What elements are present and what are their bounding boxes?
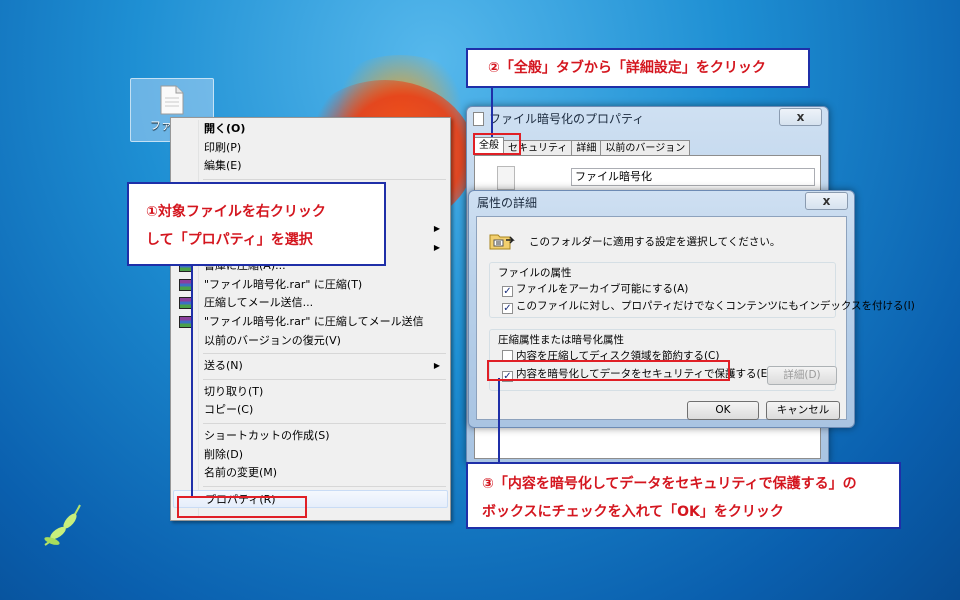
- menu-item-compress-rar-email[interactable]: "ファイル暗号化.rar" に圧縮してメール送信: [173, 313, 448, 332]
- advanced-title: 属性の詳細: [477, 196, 538, 210]
- advanced-attributes-dialog: 属性の詳細 x このフォルダーに適用する設定を選択してください。 ファイルの属性…: [468, 190, 915, 428]
- document-icon: [497, 166, 515, 190]
- menu-item-delete[interactable]: 削除(D): [173, 446, 448, 465]
- advanced-close-button[interactable]: x: [805, 192, 848, 210]
- cancel-button[interactable]: キャンセル: [766, 401, 840, 420]
- file-attributes-group: ファイルの属性 ✓ ファイルをアーカイブ可能にする(A) ✓ このファイルに対し、プ…: [489, 262, 915, 318]
- menu-item-open[interactable]: 開く(O): [173, 120, 448, 139]
- callout-connector-line-2: [491, 88, 493, 137]
- menu-item-copy[interactable]: コピー(C): [173, 401, 448, 420]
- properties-close-button[interactable]: x: [779, 108, 822, 126]
- menu-item-rename[interactable]: 名前の変更(M): [173, 464, 448, 483]
- wallpaper-leaf-icon: [44, 504, 81, 546]
- highlight-encrypt-checkbox: [487, 360, 730, 381]
- menu-item-cut[interactable]: 切り取り(T): [173, 383, 448, 402]
- tab-details[interactable]: 詳細: [571, 140, 602, 156]
- document-icon: [473, 112, 484, 126]
- advanced-title-bar: 属性の詳細 x: [469, 191, 854, 215]
- callout-step-2: ②「全般」タブから「詳細設定」をクリック: [466, 48, 810, 88]
- menu-item-edit[interactable]: 編集(E): [173, 157, 448, 176]
- file-attributes-title: ファイルの属性: [498, 267, 572, 279]
- ok-button[interactable]: OK: [687, 401, 759, 420]
- archive-checkbox[interactable]: ✓ ファイルをアーカイブ可能にする(A): [502, 283, 688, 297]
- document-icon: [160, 85, 184, 115]
- menu-item-send-to[interactable]: 送る(N) ▶: [173, 357, 448, 376]
- menu-separator: [203, 422, 446, 424]
- callout-step-3: ③「内容を暗号化してデータをセキュリティで保護する」の ボックスにチェックを入れ…: [466, 462, 901, 529]
- menu-item-print[interactable]: 印刷(P): [173, 139, 448, 158]
- index-checkbox[interactable]: ✓ このファイルに対し、プロパティだけでなくコンテンツにもインデックスを付ける(I…: [502, 300, 915, 314]
- callout-step-1-line-1: ①対象ファイルを右クリック: [146, 204, 326, 220]
- callout-step-3-line-2: ボックスにチェックを入れて「OK」をクリック: [482, 504, 784, 520]
- menu-item-restore-versions[interactable]: 以前のバージョンの復元(V): [173, 332, 448, 351]
- advanced-description: このフォルダーに適用する設定を選択してください。: [529, 236, 781, 248]
- submenu-arrow-icon: ▶: [433, 361, 440, 371]
- tab-previous-versions[interactable]: 以前のバージョン: [600, 140, 691, 156]
- menu-item-create-shortcut[interactable]: ショートカットの作成(S): [173, 427, 448, 446]
- callout-step-3-line-1: ③「内容を暗号化してデータをセキュリティで保護する」の: [482, 476, 857, 492]
- checkbox-checked-icon: ✓: [502, 286, 513, 297]
- menu-item-compress-rar[interactable]: "ファイル暗号化.rar" に圧縮(T): [173, 276, 448, 295]
- file-name-field[interactable]: ファイル暗号化: [571, 168, 815, 186]
- advanced-client-area: このフォルダーに適用する設定を選択してください。 ファイルの属性 ✓ ファイルをア…: [476, 216, 915, 420]
- callout-step-2-text: ②「全般」タブから「詳細設定」をクリック: [488, 60, 766, 76]
- callout-step-1: ①対象ファイルを右クリック して「プロパティ」を選択: [127, 182, 386, 266]
- menu-separator: [203, 353, 446, 355]
- compress-encrypt-title: 圧縮属性または暗号化属性: [498, 334, 624, 346]
- submenu-arrow-icon: ▶: [433, 242, 440, 252]
- menu-item-compress-email[interactable]: 圧縮してメール送信...: [173, 294, 448, 313]
- menu-separator: [203, 378, 446, 380]
- menu-separator: [203, 178, 446, 180]
- properties-title-bar: ファイル暗号化のプロパティ x: [467, 107, 828, 131]
- submenu-arrow-icon: ▶: [433, 223, 440, 233]
- context-menu: 開く(O) 印刷(P) 編集(E) ▶ ▶ 書庫に圧縮(A)... "ファイル暗…: [170, 117, 451, 521]
- highlight-general-tab: [473, 133, 521, 155]
- callout-connector-line-1: [191, 266, 193, 498]
- folder-settings-icon: [489, 234, 515, 250]
- details-button[interactable]: 詳細(D): [767, 366, 837, 385]
- callout-connector-line-3: [498, 378, 500, 462]
- callout-step-1-line-2: して「プロパティ」を選択: [146, 232, 313, 248]
- menu-separator: [203, 485, 446, 487]
- properties-title: ファイル暗号化のプロパティ: [489, 112, 645, 126]
- checkbox-checked-icon: ✓: [502, 303, 513, 314]
- highlight-properties-item: [177, 496, 307, 518]
